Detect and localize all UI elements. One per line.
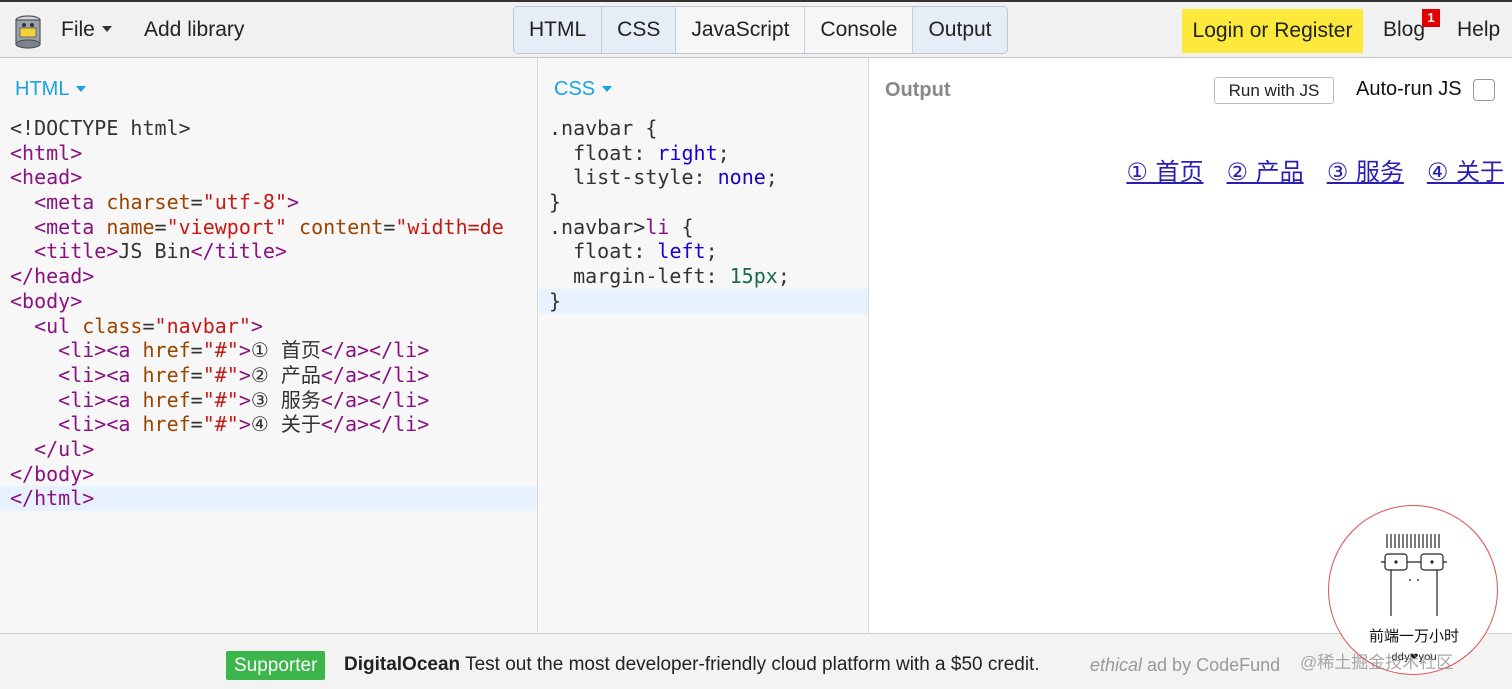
- top-bar: File Add library HTML CSS JavaScript Con…: [0, 0, 1512, 58]
- css-pane-menu[interactable]: CSS: [554, 78, 613, 101]
- html-code-line[interactable]: <li><a href="#">③ 服务</a></li>: [0, 388, 537, 413]
- nav-link-services[interactable]: ③ 服务: [1327, 152, 1404, 187]
- panel-tabs: HTML CSS JavaScript Console Output: [513, 6, 1008, 54]
- css-code-line[interactable]: margin-left: 15px;: [539, 264, 868, 289]
- css-code-line[interactable]: }: [539, 190, 868, 215]
- html-code-line[interactable]: <body>: [0, 289, 537, 314]
- html-code-line[interactable]: </ul>: [0, 437, 537, 462]
- autorun-js-checkbox[interactable]: [1473, 79, 1495, 101]
- html-code-line[interactable]: <head>: [0, 165, 537, 190]
- tab-output[interactable]: Output: [913, 7, 1007, 53]
- jsbin-logo-icon[interactable]: [13, 14, 43, 50]
- ad-attribution[interactable]: ethical ad by CodeFund: [1090, 655, 1280, 676]
- tab-html[interactable]: HTML: [514, 7, 603, 53]
- output-navbar: ① 首页 ② 产品 ③ 服务 ④ 关于: [1103, 152, 1504, 187]
- css-code-line[interactable]: .navbar {: [539, 116, 868, 141]
- blog-notification-badge: 1: [1422, 9, 1440, 27]
- tab-console[interactable]: Console: [805, 7, 914, 53]
- chevron-down-icon: [602, 86, 613, 92]
- file-menu[interactable]: File: [61, 18, 112, 42]
- output-title: Output: [885, 79, 951, 101]
- css-code-line[interactable]: float: left;: [539, 239, 868, 264]
- html-editor-pane: HTML <!DOCTYPE html> <html> <head> <meta c…: [0, 58, 538, 633]
- ad-brand: DigitalOcean: [344, 654, 461, 675]
- css-code-line[interactable]: }: [539, 288, 868, 314]
- supporter-button[interactable]: Supporter: [226, 651, 326, 680]
- tab-css[interactable]: CSS: [602, 7, 677, 53]
- nav-link-products[interactable]: ② 产品: [1227, 152, 1304, 187]
- css-code-line[interactable]: list-style: none;: [539, 165, 868, 190]
- sponsor-bar: Supporter DigitalOcean Test out the most…: [0, 633, 1512, 689]
- chevron-down-icon: [101, 26, 112, 32]
- html-code-line[interactable]: <meta charset="utf-8">: [0, 190, 537, 215]
- html-code-line[interactable]: <li><a href="#">④ 关于</a></li>: [0, 412, 537, 437]
- stamp-title: 前端一万小时: [1369, 627, 1459, 645]
- run-with-js-button[interactable]: Run with JS: [1214, 77, 1334, 104]
- css-editor-pane: CSS .navbar { float: right; list-style: …: [539, 58, 869, 633]
- ad-link[interactable]: DigitalOcean Test out the most developer…: [344, 654, 1040, 676]
- html-pane-menu[interactable]: HTML: [15, 78, 87, 101]
- ad-ethical-label: ethical: [1090, 655, 1143, 675]
- tab-javascript[interactable]: JavaScript: [676, 7, 806, 53]
- html-pane-label: HTML: [15, 78, 70, 100]
- chevron-down-icon: [76, 86, 87, 92]
- html-code-line[interactable]: <li><a href="#">② 产品</a></li>: [0, 363, 537, 388]
- css-pane-label: CSS: [554, 78, 596, 100]
- site-watermark: @稀土掘金技术社区: [1300, 653, 1454, 672]
- blog-link[interactable]: Blog: [1383, 18, 1425, 42]
- nav-link-home[interactable]: ① 首页: [1126, 152, 1203, 187]
- html-code-line[interactable]: <li><a href="#">① 首页</a></li>: [0, 338, 537, 363]
- html-code-line[interactable]: <!DOCTYPE html>: [0, 116, 537, 141]
- html-code-line[interactable]: </head>: [0, 264, 537, 289]
- html-code-line[interactable]: <ul class="navbar">: [0, 314, 537, 339]
- html-code-line[interactable]: <html>: [0, 141, 537, 166]
- html-code-line[interactable]: <meta name="viewport" content="width=de: [0, 215, 537, 240]
- css-code-line[interactable]: float: right;: [539, 141, 868, 166]
- html-code-line[interactable]: </html>: [0, 486, 537, 511]
- html-code-line[interactable]: <title>JS Bin</title>: [0, 239, 537, 264]
- add-library-button[interactable]: Add library: [144, 18, 244, 42]
- login-register-button[interactable]: Login or Register: [1182, 9, 1363, 53]
- ad-by-label: ad by CodeFund: [1142, 655, 1281, 675]
- ad-description: Test out the most developer-friendly clo…: [460, 654, 1040, 675]
- html-code-line[interactable]: </body>: [0, 462, 537, 487]
- css-code-editor[interactable]: .navbar { float: right; list-style: none…: [539, 116, 868, 314]
- css-code-line[interactable]: .navbar>li {: [539, 215, 868, 240]
- autorun-js-label: Auto-run JS: [1356, 78, 1462, 100]
- html-code-editor[interactable]: <!DOCTYPE html> <html> <head> <meta charse…: [0, 116, 537, 511]
- nav-link-about[interactable]: ④ 关于: [1427, 152, 1504, 187]
- help-link[interactable]: Help: [1457, 18, 1500, 42]
- file-menu-label: File: [61, 18, 95, 41]
